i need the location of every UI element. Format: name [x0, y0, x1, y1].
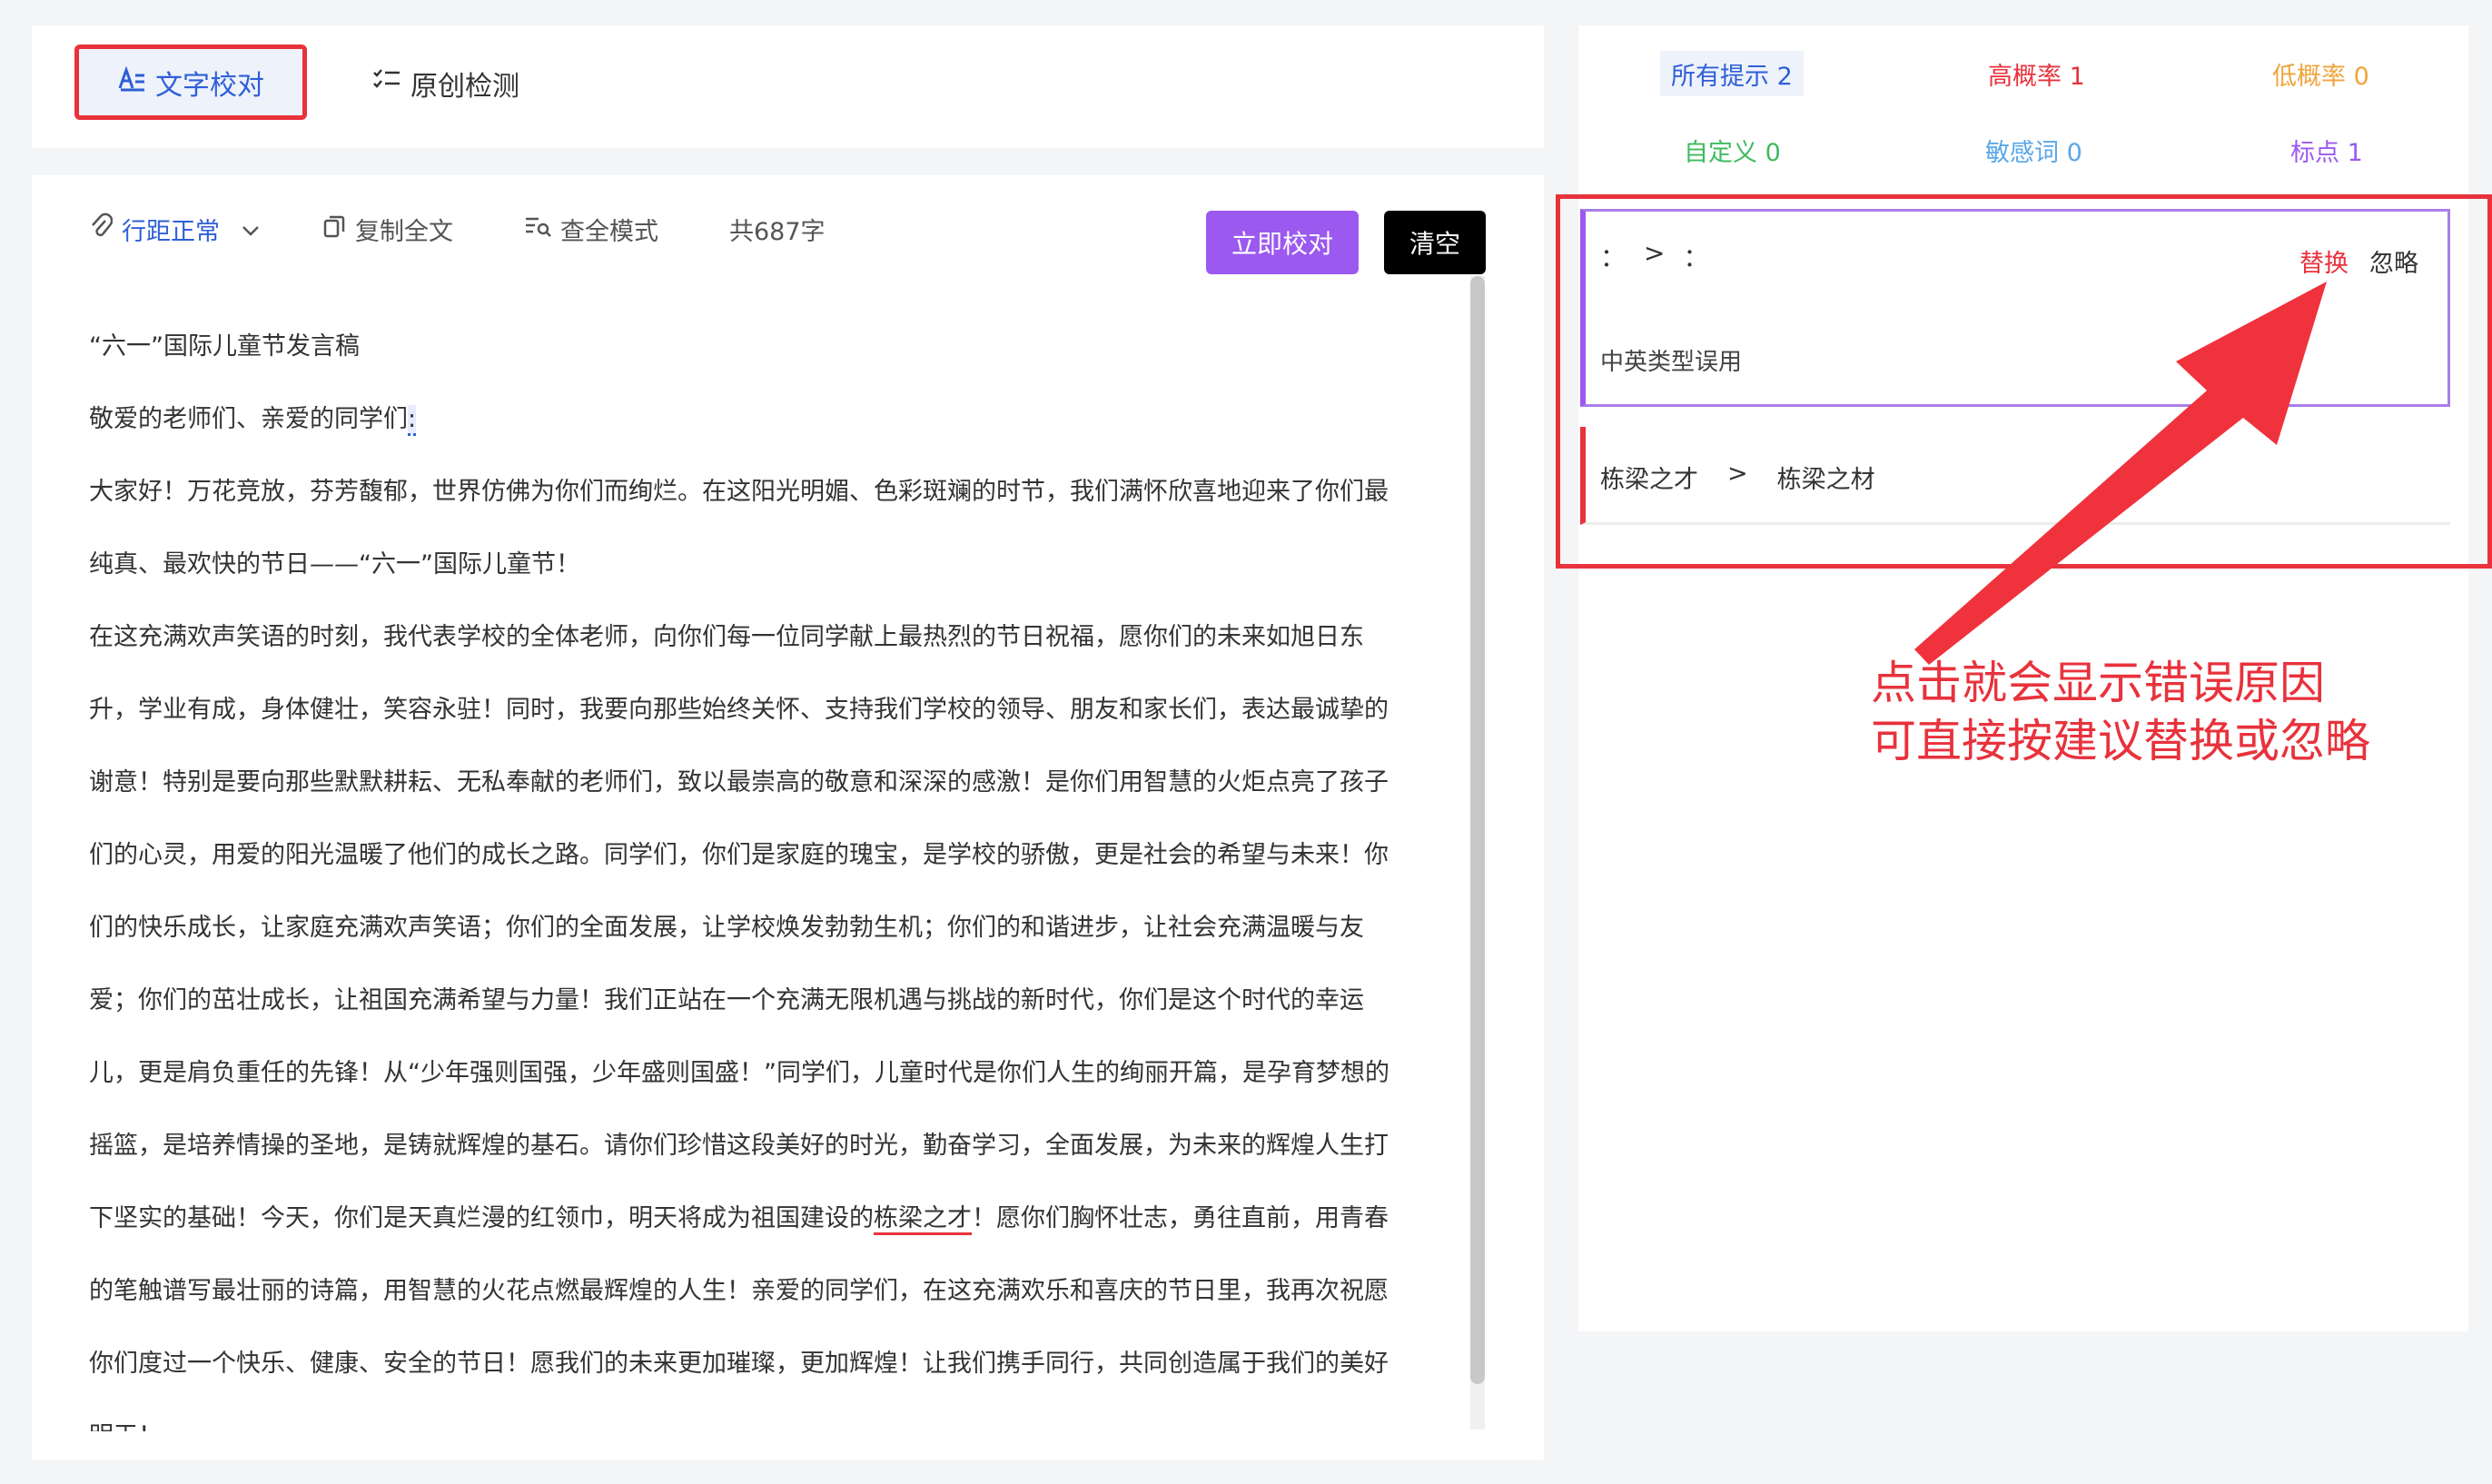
suggestion-reason: 中英类型误用	[1600, 349, 1743, 376]
filter-custom[interactable]: 自定义 0	[1673, 127, 1792, 173]
doc-line: 的笔触谱写最壮丽的诗篇，用智慧的火花点燃最辉煌的人生！亲爱的同学们，在这充满欢乐…	[89, 1277, 1389, 1305]
doc-text: 下坚实的基础！今天，你们是天真烂漫的红领巾，明天将成为祖国建设的	[89, 1204, 874, 1232]
paperclip-icon	[89, 213, 114, 246]
full-mode-label: 查全模式	[560, 217, 658, 246]
tab-original-check-label: 原创检测	[410, 71, 519, 103]
annotation-arrow-icon	[1914, 282, 2327, 665]
copy-all-label: 复制全文	[355, 217, 453, 246]
filter-high[interactable]: 高概率 1	[1977, 51, 2096, 96]
arrow-icon: >	[1644, 238, 1666, 268]
doc-line: 升，学业有成，身体健壮，笑容永驻！同时，我要向那些始终关怀、支持我们学校的领导、…	[89, 696, 1389, 724]
filter-sensitive[interactable]: 敏感词 0	[1974, 127, 2093, 173]
doc-text: 敬爱的老师们、亲爱的同学们	[89, 405, 408, 433]
arrow-icon: >	[1727, 460, 1748, 488]
word-count-label: 共687字	[729, 217, 826, 246]
text-align-icon	[117, 64, 146, 99]
annotation-text: 点击就会显示错误原因 可直接按建议替换或忽略	[1871, 654, 2370, 770]
tab-original-check[interactable]: 原创检测	[372, 56, 519, 111]
doc-line: 在这充满欢声笑语的时刻，我代表学校的全体老师，向你们每一位同学献上最热烈的节日祝…	[89, 623, 1364, 651]
chevron-down-icon	[242, 215, 260, 243]
doc-text: ！愿你们胸怀壮志，勇往直前，用青春	[972, 1204, 1389, 1232]
doc-line: 们的快乐成长，让家庭充满欢声笑语；你们的全面发展，让学校焕发勃勃生机；你们的和谐…	[89, 914, 1364, 942]
clear-button[interactable]: 清空	[1384, 211, 1486, 274]
flagged-colon[interactable]: :	[408, 405, 417, 436]
suggestion-change: ： > ：	[1600, 238, 1709, 274]
doc-line: 你们度过一个快乐、健康、安全的节日！愿我们的未来更加璀璨，更加辉煌！让我们携手同…	[89, 1350, 1389, 1378]
check-now-button[interactable]: 立即校对	[1206, 211, 1359, 274]
doc-line: “六一”国际儿童节发言稿	[89, 332, 360, 361]
word-count: 共687字	[729, 211, 826, 247]
search-list-icon	[524, 213, 551, 245]
filter-low[interactable]: 低概率 0	[2261, 51, 2380, 96]
doc-line: 儿，更是肩负重任的先锋！从“少年强则国强，少年盛则国盛！”同学们，儿童时代是你们…	[89, 1059, 1389, 1087]
doc-line: 下坚实的基础！今天，你们是天真烂漫的红领巾，明天将成为祖国建设的栋梁之才！愿你们…	[89, 1193, 1465, 1266]
filter-all[interactable]: 所有提示 2	[1660, 51, 1804, 96]
flagged-word[interactable]: 栋梁之才	[874, 1204, 972, 1235]
doc-line: 爱；你们的茁壮成长，让祖国充满希望与力量！我们正站在一个充满无限机遇与挑战的新时…	[89, 986, 1364, 1014]
suggestion-from: 栋梁之才	[1600, 466, 1698, 494]
copy-icon	[322, 213, 346, 245]
line-spacing-dropdown[interactable]: 行距正常	[89, 211, 260, 247]
checklist-icon	[372, 67, 401, 100]
document-text[interactable]: “六一”国际儿童节发言稿 敬爱的老师们、亲爱的同学们: 大家好！万花竞放，芬芳馥…	[89, 322, 1465, 1431]
doc-line: 们的心灵，用爱的阳光温暖了他们的成长之路。同学们，你们是家庭的瑰宝，是学校的骄傲…	[89, 841, 1389, 869]
tab-proofread-label: 文字校对	[155, 69, 264, 102]
tab-proofread[interactable]: 文字校对	[74, 45, 307, 120]
scrollbar-thumb[interactable]	[1470, 276, 1485, 1384]
line-spacing-label: 行距正常	[122, 217, 220, 246]
doc-line: 大家好！万花竞放，芬芳馥郁，世界仿佛为你们而绚烂。在这阳光明媚、色彩斑斓的时节，…	[89, 478, 1389, 506]
doc-line: 明天！	[89, 1411, 1465, 1431]
suggestion-to: 栋梁之材	[1776, 466, 1875, 494]
suggestion-to: ：	[1683, 242, 1709, 272]
suggestion-from: ：	[1600, 242, 1627, 272]
doc-line: 纯真、最欢快的节日——“六一”国际儿童节！	[89, 550, 580, 579]
doc-line: 谢意！特别是要向那些默默耕耘、无私奉献的老师们，致以最崇高的敬意和深深的感激！是…	[89, 768, 1389, 796]
full-mode-button[interactable]: 查全模式	[524, 211, 658, 247]
annotation-line: 可直接按建议替换或忽略	[1871, 715, 2370, 767]
filter-punct[interactable]: 标点 1	[2279, 127, 2374, 173]
doc-line: 敬爱的老师们、亲爱的同学们:	[89, 394, 1465, 467]
annotation-line: 点击就会显示错误原因	[1871, 657, 2325, 709]
suggestion-change: 栋梁之才 > 栋梁之材	[1600, 460, 1875, 495]
copy-all-button[interactable]: 复制全文	[322, 211, 453, 247]
doc-line: 摇篮，是培养情操的圣地，是铸就辉煌的基石。请你们珍惜这段美好的时光，勤奋学习，全…	[89, 1132, 1389, 1160]
